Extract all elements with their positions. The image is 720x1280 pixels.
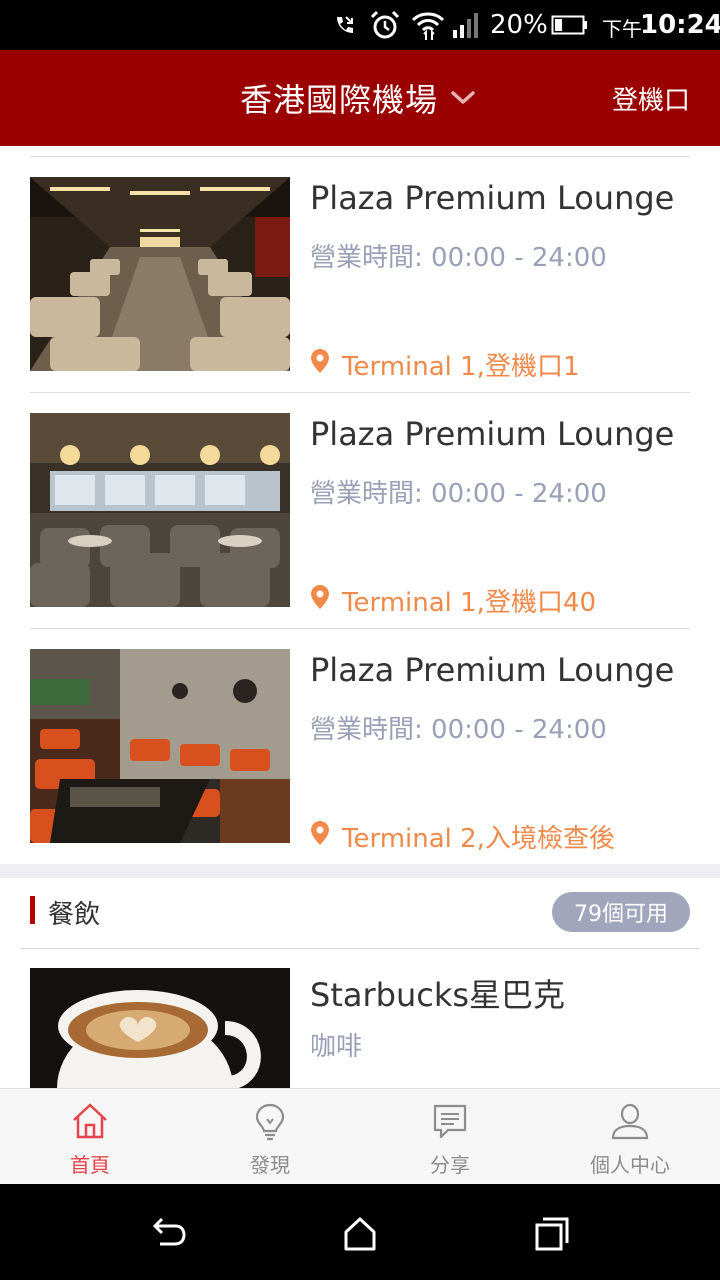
airport-selector[interactable]: 香港國際機場 <box>240 50 476 146</box>
tab-discover[interactable]: 發現 <box>180 1089 360 1185</box>
bottom-tab-bar: 首頁 發現 分享 個人中心 <box>0 1088 720 1184</box>
lounge-location: Terminal 2,入境檢查後 <box>310 819 615 854</box>
gate-button[interactable]: 登機口 <box>612 50 690 146</box>
chevron-down-icon <box>450 90 476 110</box>
home-icon <box>70 1101 110 1141</box>
app-header: 香港國際機場 登機口 <box>0 50 720 146</box>
lounge-photo <box>30 413 290 607</box>
wifi-icon <box>410 10 446 40</box>
section-separator <box>0 864 720 878</box>
available-count-badge[interactable]: 79個可用 <box>552 892 690 932</box>
recents-icon[interactable] <box>532 1214 572 1254</box>
airport-title: 香港國際機場 <box>240 81 439 119</box>
system-nav-bar <box>0 1184 720 1280</box>
lounge-photo <box>30 177 290 371</box>
alarm-icon <box>368 10 402 40</box>
lounge-name: Plaza Premium Lounge <box>310 415 675 453</box>
tab-profile[interactable]: 個人中心 <box>540 1089 720 1185</box>
lounge-card[interactable]: Plaza Premium Lounge 營業時間: 00:00 - 24:00… <box>0 629 720 865</box>
message-icon <box>430 1101 470 1141</box>
divider <box>20 948 700 949</box>
lightbulb-icon <box>250 1101 290 1141</box>
dining-name: Starbucks星巴克 <box>310 976 566 1014</box>
lounge-card[interactable]: Plaza Premium Lounge 營業時間: 00:00 - 24:00… <box>0 157 720 393</box>
battery-icon <box>550 10 590 40</box>
status-bar: 20% 下午 10:24 <box>0 0 720 50</box>
battery-percent: 20% <box>490 10 548 40</box>
lounge-location: Terminal 1,登機口40 <box>310 583 597 618</box>
clock: 10:24 <box>640 10 720 40</box>
lounge-hours: 營業時間: 00:00 - 24:00 <box>310 715 607 745</box>
signal-icon <box>450 10 482 40</box>
lounge-card[interactable]: Plaza Premium Lounge 營業時間: 00:00 - 24:00… <box>0 393 720 629</box>
lounge-location-text: Terminal 1,登機口1 <box>342 351 580 382</box>
lounge-name: Plaza Premium Lounge <box>310 179 675 217</box>
lounge-name: Plaza Premium Lounge <box>310 651 675 689</box>
lounge-hours: 營業時間: 00:00 - 24:00 <box>310 243 607 273</box>
tab-share[interactable]: 分享 <box>360 1089 540 1185</box>
tab-home[interactable]: 首頁 <box>0 1089 180 1185</box>
lounge-location-text: Terminal 2,入境檢查後 <box>342 823 615 854</box>
lounge-location-text: Terminal 1,登機口40 <box>342 587 597 618</box>
lounge-hours: 營業時間: 00:00 - 24:00 <box>310 479 607 509</box>
location-pin-icon <box>310 348 330 381</box>
section-accent-bar <box>30 896 35 924</box>
user-icon <box>610 1101 650 1141</box>
section-title: 餐飲 <box>48 900 101 930</box>
tab-label: 個人中心 <box>590 1153 670 1177</box>
tab-label: 首頁 <box>70 1153 110 1177</box>
tab-label: 分享 <box>430 1153 470 1177</box>
time-ampm: 下午 <box>602 17 642 41</box>
content-list[interactable]: Plaza Premium Lounge 營業時間: 00:00 - 24:00… <box>0 146 720 1088</box>
dining-photo: cimo <box>30 968 290 1088</box>
dining-section-header: 餐飲 79個可用 <box>0 878 720 948</box>
location-pin-icon <box>310 820 330 853</box>
back-icon[interactable] <box>148 1214 188 1254</box>
tab-label: 發現 <box>250 1153 290 1177</box>
location-pin-icon <box>310 584 330 617</box>
missed-call-icon <box>332 10 356 40</box>
lounge-location: Terminal 1,登機口1 <box>310 347 580 382</box>
dining-type: 咖啡 <box>310 1032 363 1062</box>
lounge-photo <box>30 649 290 843</box>
home-nav-icon[interactable] <box>340 1214 380 1254</box>
